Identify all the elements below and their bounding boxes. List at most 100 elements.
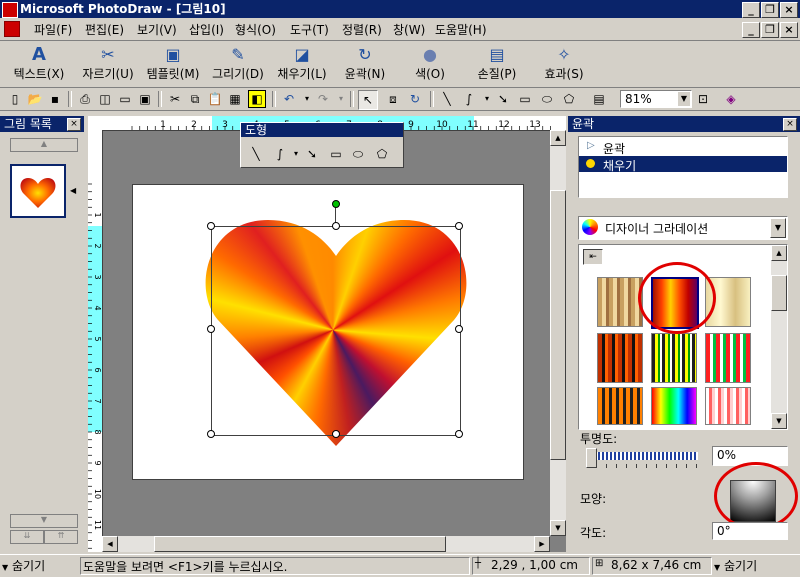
paste-icon[interactable]: 📋 [206,90,224,108]
horizontal-scrollbar[interactable]: ◀ ▶ [102,536,550,552]
gradient-swatch[interactable] [705,333,751,383]
app-icon[interactable] [2,2,18,18]
gradient-swatch[interactable] [597,387,643,425]
hide-right-button[interactable]: ▼ 숨기기 [714,557,798,573]
vertical-scroll-thumb[interactable] [550,190,566,460]
print-preview-icon[interactable]: ◫ [96,90,114,108]
template-button[interactable]: ▣ 템플릿(M) [142,43,204,85]
angle-input[interactable]: 0° [712,522,788,540]
gallery-scroll-thumb[interactable] [771,275,787,311]
close-icon[interactable]: × [67,118,81,131]
format-painter-icon[interactable]: ◧ [248,90,266,108]
rectangle-tool-icon[interactable]: ▭ [327,145,345,163]
save-icon[interactable]: ▪ [46,90,64,108]
text-button[interactable]: A 텍스트(X) [6,43,72,85]
scan-icon[interactable]: ▭ [116,90,134,108]
resize-handle-se[interactable] [455,430,463,438]
menu-tools[interactable]: 도구(T) [290,21,329,38]
resize-handle-nw[interactable] [207,222,215,230]
resize-handle-sw[interactable] [207,430,215,438]
rectangle-tool-icon[interactable]: ▭ [516,90,534,108]
pointer-icon[interactable]: ↖ [358,90,378,110]
menu-window[interactable]: 창(W) [393,21,425,38]
gallery-back-icon[interactable]: ⇤ [583,249,603,265]
draw-button[interactable]: ✎ 그리기(D) [208,43,268,85]
gradient-swatch[interactable] [597,333,643,383]
undo-icon[interactable]: ↶ [280,90,298,108]
ellipse-tool-icon[interactable]: ⬭ [349,145,367,163]
mode-item-outline[interactable]: ▷ 윤곽 [579,139,787,156]
scroll-top-button[interactable]: ⇈ [44,530,78,544]
curve-tool-icon[interactable]: ∫ [460,90,478,108]
cut-crop-button[interactable]: ✂ 자르기(U) [78,43,138,85]
outline-button[interactable]: ↻ 윤곽(N) [338,43,392,85]
document-icon[interactable] [4,21,20,37]
close-icon[interactable]: × [783,118,797,131]
scroll-left-arrow-icon[interactable]: ◀ [102,536,118,552]
scroll-up-arrow-icon[interactable]: ▲ [771,245,787,261]
hide-left-button[interactable]: ▼ 숨기기 [2,557,78,573]
scroll-right-arrow-icon[interactable]: ▶ [534,536,550,552]
doc-minimize-button[interactable]: _ [742,22,760,38]
resize-handle-n[interactable] [332,222,340,230]
fit-to-window-icon[interactable]: ⊡ [694,90,712,108]
scroll-down-arrow-icon[interactable]: ▼ [550,520,566,536]
gradient-swatch[interactable] [651,387,697,425]
arrow-tool-icon[interactable]: ➘ [494,90,512,108]
resize-handle-ne[interactable] [455,222,463,230]
close-button[interactable]: × [780,2,798,18]
menu-insert[interactable]: 삽입(I) [189,21,224,38]
ellipse-tool-icon[interactable]: ⬭ [538,90,556,108]
effects-button[interactable]: ✧ 효과(S) [538,43,590,85]
menu-file[interactable]: 파일(F) [34,21,72,38]
rotate-icon[interactable]: ↻ [406,90,424,108]
menu-edit[interactable]: 편집(E) [85,21,124,38]
print-icon[interactable]: ⎙ [76,90,94,108]
scroll-down-button[interactable]: ▼ [10,514,78,528]
transparency-track[interactable] [586,452,698,460]
gradient-swatch[interactable] [651,333,697,383]
autoshape-icon[interactable]: ⬠ [560,90,578,108]
doc-close-button[interactable]: × [780,22,798,38]
menu-arrange[interactable]: 정렬(R) [342,21,382,38]
menu-help[interactable]: 도움말(H) [435,21,487,38]
new-icon[interactable]: ▯ [6,90,24,108]
mode-item-fill[interactable]: 채우기 [579,156,787,173]
autoshape-icon[interactable]: ⬠ [373,145,391,163]
doc-restore-button[interactable]: ❐ [761,22,779,38]
line-tool-icon[interactable]: ╲ [247,145,265,163]
line-tool-icon[interactable]: ╲ [438,90,456,108]
resize-handle-s[interactable] [332,430,340,438]
fill-button[interactable]: ◪ 채우기(L) [272,43,332,85]
picture-thumbnail[interactable] [10,164,66,218]
camera-icon[interactable]: ▣ [136,90,154,108]
resize-handle-w[interactable] [207,325,215,333]
scroll-down-arrow-icon[interactable]: ▼ [771,413,787,429]
redo-icon[interactable]: ↷ [314,90,332,108]
text-tool-icon[interactable]: ▤ [590,90,608,108]
resize-handle-e[interactable] [455,325,463,333]
group-icon[interactable]: ⧈ [384,90,402,108]
open-icon[interactable]: 📂 [26,90,44,108]
menu-format[interactable]: 형식(O) [235,21,276,38]
restore-button[interactable]: ❐ [761,2,779,18]
vertical-scrollbar[interactable]: ▲ ▼ [550,130,566,536]
horizontal-scroll-thumb[interactable] [154,536,446,552]
zoom-combo[interactable]: 81% ▼ [620,90,692,108]
dropdown-arrow-icon[interactable]: ▼ [770,218,786,238]
gallery-scrollbar[interactable]: ▲ ▼ [771,245,787,429]
redo-dropdown-icon[interactable]: ▾ [332,90,350,108]
arrow-tool-icon[interactable]: ➘ [303,145,321,163]
scroll-up-button[interactable]: ▲ [10,138,78,152]
touchup-button[interactable]: ▤ 손질(P) [470,43,524,85]
cut-icon[interactable]: ✂ [166,90,184,108]
minimize-button[interactable]: _ [742,2,760,18]
gradient-swatch[interactable] [597,277,643,327]
fill-type-dropdown[interactable]: 디자이너 그라데이션 ▼ [578,216,788,240]
paste-special-icon[interactable]: ▦ [226,90,244,108]
menu-view[interactable]: 보기(V) [137,21,177,38]
scroll-bottom-button[interactable]: ⇊ [10,530,44,544]
color-button[interactable]: ● 색(O) [410,43,450,85]
rotation-handle[interactable] [332,200,340,208]
transparency-slider-thumb[interactable] [586,448,597,468]
